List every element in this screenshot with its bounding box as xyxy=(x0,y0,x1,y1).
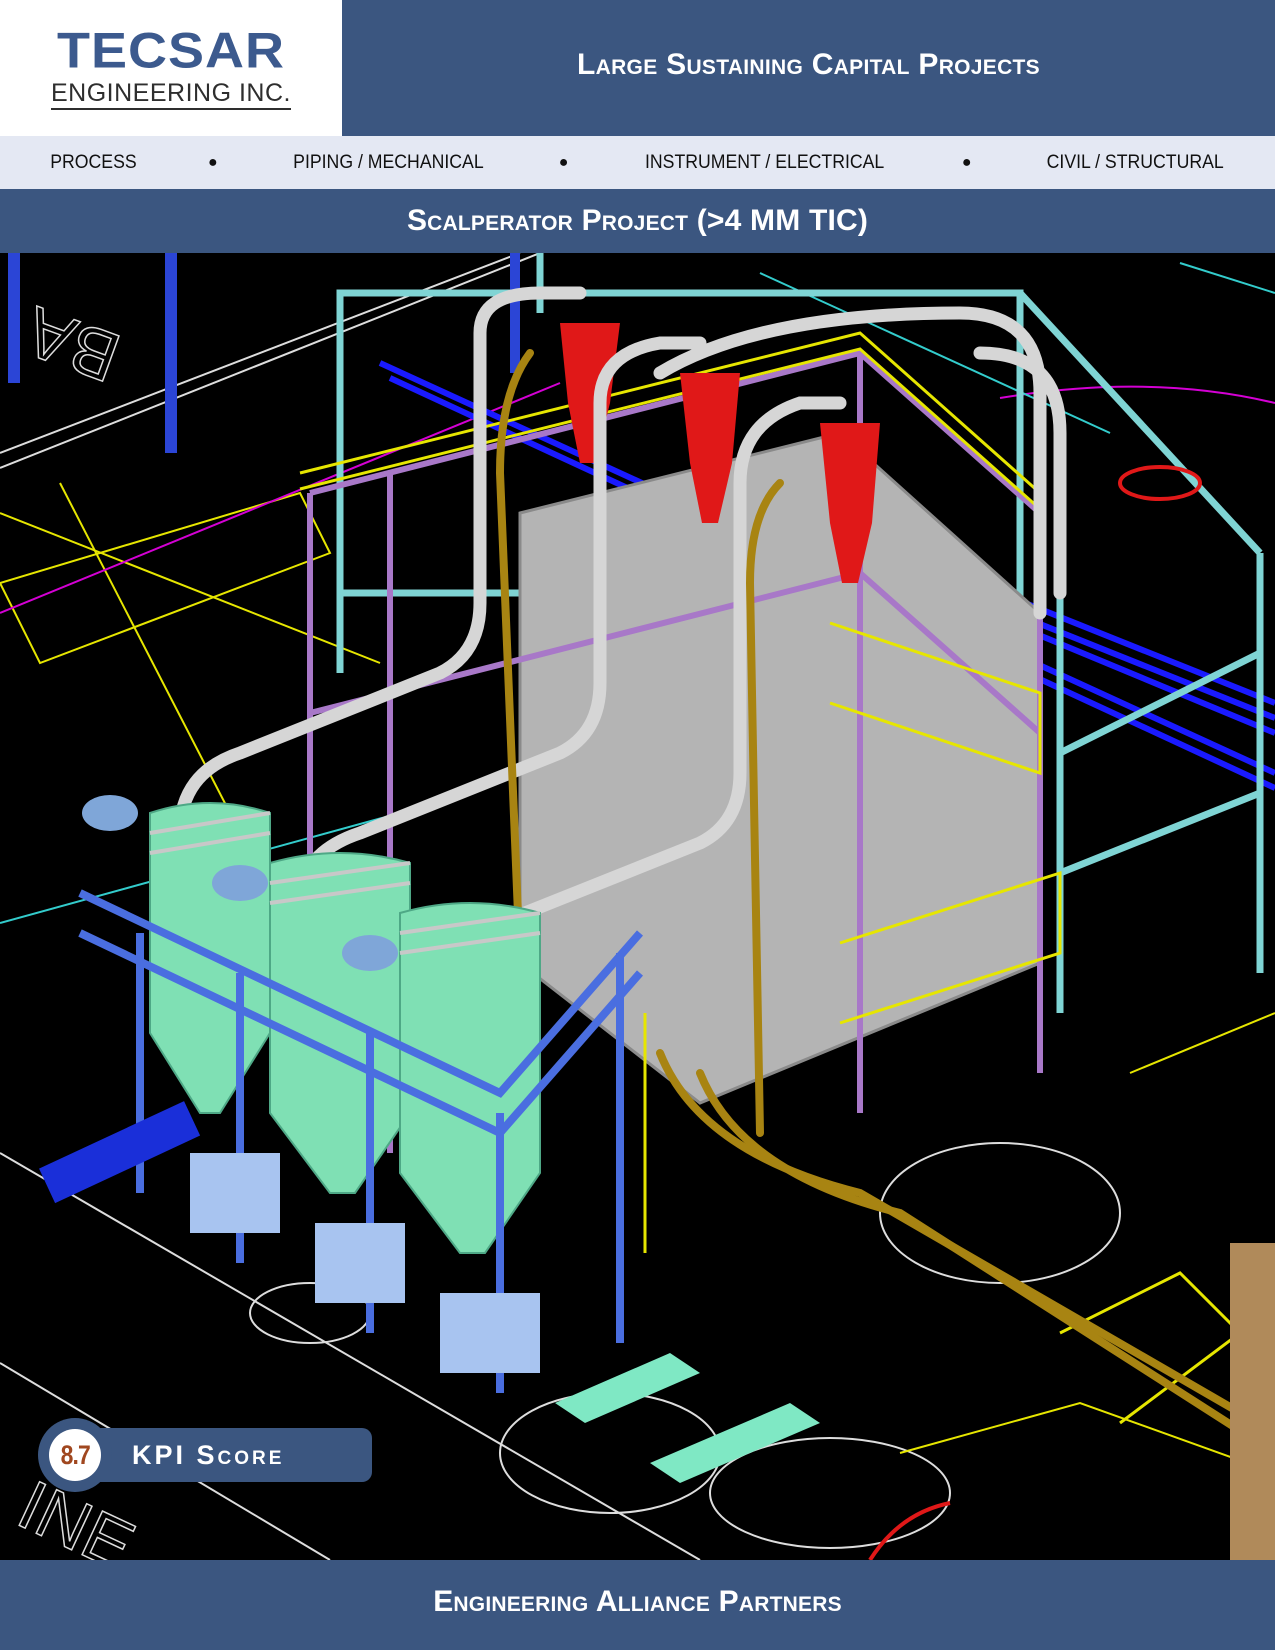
kpi-label: KPI Score xyxy=(132,1439,285,1470)
logo-wordmark: TECSAR xyxy=(56,22,285,79)
header-band: Large Sustaining Capital Projects xyxy=(342,0,1275,136)
kpi-score-badge: KPI Score 8.7 xyxy=(38,1418,372,1492)
discipline-instrument-electrical: INSTRUMENT / ELECTRICAL xyxy=(645,151,885,173)
project-band: Scalperator Project (>4 MM TIC) xyxy=(0,189,1275,253)
discipline-process: PROCESS xyxy=(50,151,137,173)
footer-band: Engineering Alliance Partners xyxy=(0,1560,1275,1650)
discipline-civil-structural: CIVIL / STRUCTURAL xyxy=(1046,151,1224,173)
discipline-piping-mechanical: PIPING / MECHANICAL xyxy=(292,151,484,173)
kpi-score-value: 8.7 xyxy=(60,1439,90,1470)
separator-dot: ● xyxy=(558,153,569,171)
separator-dot: ● xyxy=(208,153,218,171)
kpi-score-circle: 8.7 xyxy=(38,1418,112,1492)
discipline-bar: PROCESS ● PIPING / MECHANICAL ● INSTRUME… xyxy=(0,136,1275,189)
page-title: Large Sustaining Capital Projects xyxy=(577,48,1040,81)
project-title: Scalperator Project (>4 MM TIC) xyxy=(406,204,869,237)
footer-title: Engineering Alliance Partners xyxy=(433,1585,842,1618)
company-logo: TECSAR ENGINEERING INC. xyxy=(0,0,342,136)
kpi-label-pill: KPI Score xyxy=(68,1428,372,1482)
plant-3d-model-image: BA INE xyxy=(0,253,1275,1560)
separator-dot: ● xyxy=(961,153,972,171)
logo-subtitle: ENGINEERING INC. xyxy=(51,79,291,110)
